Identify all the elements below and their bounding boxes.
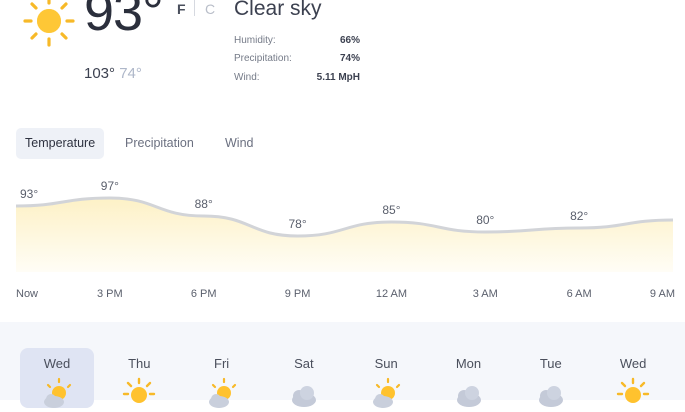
forecast-day-sat[interactable]: Sat [267, 348, 341, 408]
temperature-chart: 93° 97° 88° 78° 85° 80° 82° Now 3 PM 6 PM 9 PM 12 … [15, 179, 675, 300]
cloud-icon [291, 386, 316, 407]
wind-label: Wind: [234, 72, 260, 83]
sun-icon [123, 377, 156, 403]
temperature-point-label: 82° [570, 209, 588, 223]
sun-icon [23, 0, 75, 47]
temperature-point-label: 97° [101, 179, 119, 193]
current-temperature: 93° [84, 0, 164, 42]
tab-temperature[interactable]: Temperature [16, 128, 105, 159]
partly-cloudy-icon [208, 377, 236, 408]
time-axis-label: 6 AM [567, 288, 592, 300]
forecast-day-label: Wed [43, 356, 71, 371]
unit-celsius-button[interactable]: C [205, 1, 215, 17]
precipitation-value: 74% [339, 53, 360, 64]
forecast-day-tue[interactable]: Tue [514, 348, 588, 408]
temperature-point-label: 80° [476, 213, 494, 227]
temperature-point-label: 85° [382, 203, 400, 217]
forecast-day-sun[interactable]: Sun [349, 348, 423, 408]
time-axis-label: Now [16, 288, 38, 300]
time-axis-label: 6 PM [191, 288, 217, 300]
forecast-day-mon[interactable]: Mon [432, 348, 506, 408]
time-axis-label: 3 AM [473, 288, 498, 300]
forecast-day-label: Thu [128, 356, 151, 371]
forecast-day-label: Fri [214, 356, 230, 371]
time-axis-label: 12 AM [376, 288, 407, 300]
humidity-label: Humidity: [234, 35, 276, 46]
forecast-day-thu[interactable]: Thu [102, 348, 176, 408]
wind-value: 5.11 MpH [316, 72, 360, 83]
high-low-temperature: 103° 74° [84, 65, 142, 82]
forecast-day-label: Mon [455, 356, 482, 371]
cloud-icon [456, 386, 481, 407]
forecast-day-label: Tue [539, 356, 562, 371]
temperature-point-label: 93° [20, 187, 38, 201]
sun-icon [616, 377, 650, 403]
tab-precipitation[interactable]: Precipitation [116, 128, 203, 159]
unit-fahrenheit-button[interactable]: F [177, 1, 186, 17]
humidity-value: 66% [339, 35, 360, 46]
forecast-day-label: Sat [294, 356, 314, 371]
tab-wind[interactable]: Wind [216, 128, 262, 159]
low-temperature: 74° [119, 65, 142, 82]
cloud-icon [538, 386, 563, 407]
forecast-day-label: Wed [619, 356, 647, 371]
partly-cloudy-icon [44, 377, 72, 408]
weather-condition: Clear sky [234, 0, 322, 20]
high-temperature: 103° [84, 65, 116, 82]
partly-cloudy-icon [373, 377, 401, 408]
forecast-day-label: Sun [374, 356, 398, 371]
forecast-day-wed[interactable]: Wed [596, 348, 670, 408]
time-axis-label: 3 PM [97, 288, 123, 300]
temperature-point-label: 88° [195, 197, 213, 211]
temperature-point-label: 78° [288, 217, 306, 231]
unit-divider [194, 0, 195, 16]
time-axis-label: 9 AM [650, 288, 675, 300]
forecast-day-wed[interactable]: Wed [20, 348, 94, 408]
time-axis-label: 9 PM [285, 288, 311, 300]
precipitation-label: Precipitation: [234, 53, 292, 64]
forecast-day-fri[interactable]: Fri [185, 348, 259, 408]
